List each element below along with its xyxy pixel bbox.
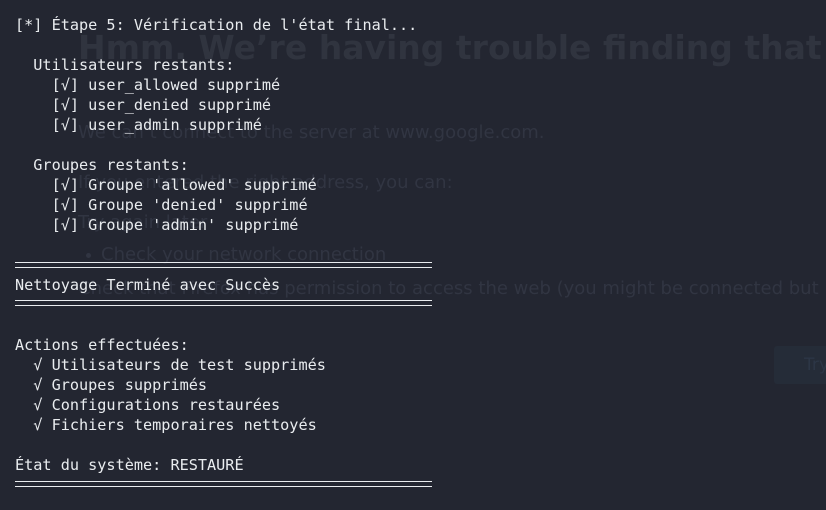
banner-title: Nettoyage Terminé avec Succès [15,276,281,294]
group-line: [√] Groupe 'admin' supprimé [15,216,299,234]
group-line: [√] Groupe 'denied' supprimé [15,196,308,214]
user-line: [√] user_denied supprimé [15,96,272,114]
action-line: √ Utilisateurs de test supprimés [15,356,326,374]
action-line: √ Fichiers temporaires nettoyés [15,416,317,434]
user-line: [√] user_admin supprimé [15,116,262,134]
actions-heading: Actions effectuées: [15,336,189,354]
user-line: [√] user_allowed supprimé [15,76,281,94]
users-heading: Utilisateurs restants: [15,56,235,74]
groups-heading: Groupes restants: [15,156,189,174]
action-line: √ Configurations restaurées [15,396,281,414]
double-rule-final [15,481,432,487]
double-rule-bottom [15,300,432,306]
terminal-output: [*] Étape 5: Vérification de l'état fina… [0,0,826,510]
group-line: [√] Groupe 'allowed' supprimé [15,176,317,194]
double-rule-top [15,262,432,268]
action-line: √ Groupes supprimés [15,376,208,394]
system-state: État du système: RESTAURÉ [15,456,244,474]
step-header: [*] Étape 5: Vérification de l'état fina… [15,16,418,34]
